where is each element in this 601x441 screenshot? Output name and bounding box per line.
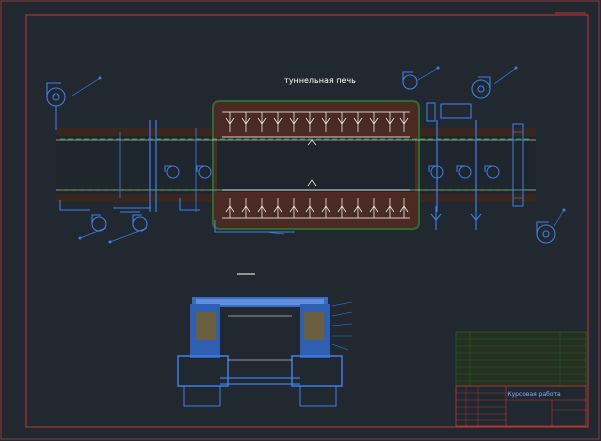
kiln-section: [56, 100, 536, 230]
drawing-sheet: туннельная печь Курсовая работа: [0, 0, 600, 440]
kiln-cross-section: [177, 273, 353, 407]
specification-table: [455, 331, 587, 387]
drawing-title: туннельная печь: [284, 76, 356, 85]
title-block-text: Курсовая работа: [507, 391, 561, 398]
title-block: Курсовая работа: [455, 385, 587, 427]
